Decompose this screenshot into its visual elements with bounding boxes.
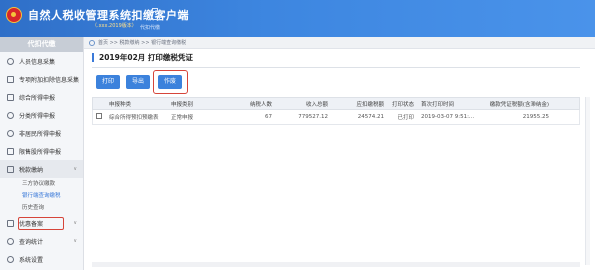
table-cell: 67 xyxy=(265,114,272,120)
divider xyxy=(92,67,580,68)
voucher-table: 申报种类 申报类别 纳税人数 收入总额 应扣缴税额 打印状态 首次打印时间 缴款… xyxy=(92,97,580,125)
sidebar-item-personnel[interactable]: 人员信息采集 xyxy=(0,52,83,70)
sidebar-item-label: 非居民所得申报 xyxy=(19,130,62,138)
breadcrumb-bar: 首页 >> 税款缴纳 >> 银行端查询缴税 xyxy=(84,37,595,49)
app-header: 自然人税收管理系统扣缴客户端 （.xxx.2019版本） 代扣代缴 xyxy=(0,0,595,37)
table-cell: 24574.21 xyxy=(357,114,384,120)
sidebar-item-label: 分类所得申报 xyxy=(19,112,56,120)
page-title: 2019年02月 打印缴税凭证 xyxy=(92,53,193,62)
void-button-highlight xyxy=(153,70,188,94)
export-button[interactable]: 导出 xyxy=(126,75,150,89)
column-header: 缴款凭证税额(含滞纳金) xyxy=(489,101,549,108)
app-title: 自然人税收管理系统扣缴客户端 xyxy=(28,9,189,22)
sidebar-item-tax-payment[interactable]: 税款缴纳 ∨ xyxy=(0,160,83,178)
print-button[interactable]: 打印 xyxy=(96,75,120,89)
chevron-down-icon: ∨ xyxy=(73,220,77,226)
table-cell: 779527.12 xyxy=(298,114,328,120)
table-header: 申报种类 申报类别 纳税人数 收入总额 应扣缴税额 打印状态 首次打印时间 缴款… xyxy=(92,97,580,110)
table-cell: 正常申报 xyxy=(171,115,194,121)
row-checkbox[interactable] xyxy=(96,113,102,119)
list-icon xyxy=(7,75,14,83)
horizontal-scrollbar[interactable] xyxy=(92,262,580,267)
selected-item-highlight xyxy=(18,217,64,230)
column-header: 纳税人数 xyxy=(249,101,272,108)
doc-icon xyxy=(7,219,14,227)
globe-person-icon xyxy=(7,129,14,137)
sidebar-item-classified[interactable]: 分类所得申报 xyxy=(0,106,83,124)
table-cell: 21955.25 xyxy=(522,114,549,120)
table-row[interactable]: 综合所得预扣预缴表 正常申报 67 779527.12 24574.21 已打印… xyxy=(92,110,580,125)
sidebar-item-restricted-stock[interactable]: 限售股所得申报 xyxy=(0,142,83,160)
sidebar-item-label: 查询统计 xyxy=(19,238,44,246)
person-icon xyxy=(7,57,14,65)
app-version: （.xxx.2019版本） xyxy=(92,23,137,29)
chevron-down-icon: ∨ xyxy=(73,238,77,244)
sidebar-item-label: 限售股所得申报 xyxy=(19,148,62,156)
sidebar-item-label: 系统设置 xyxy=(19,256,44,264)
sidebar-item-label: 专项附加扣除信息采集 xyxy=(19,76,80,84)
sidebar-item-label: 人员信息采集 xyxy=(19,58,56,66)
chart-icon xyxy=(7,147,14,155)
column-header: 收入总额 xyxy=(305,101,328,108)
column-header: 申报种类 xyxy=(109,101,132,108)
sidebar-item-query[interactable]: 查询统计 ∨ xyxy=(0,232,83,250)
form-icon xyxy=(7,93,14,101)
tax-emblem-icon xyxy=(6,7,22,23)
chevron-down-icon: ∨ xyxy=(73,76,77,82)
search-icon xyxy=(7,237,14,245)
breadcrumb[interactable]: 首页 >> 税款缴纳 >> 银行端查询缴税 xyxy=(98,39,186,46)
table-cell: 2019-03-07 9:51:... xyxy=(421,114,475,120)
sidebar-title: 代扣代缴 xyxy=(0,37,83,52)
home-icon[interactable] xyxy=(89,40,95,46)
chevron-down-icon: ∨ xyxy=(73,166,77,172)
briefcase-icon[interactable] xyxy=(149,8,160,20)
gear-icon xyxy=(7,255,14,263)
column-header: 首次打印时间 xyxy=(421,101,455,108)
column-header: 打印状态 xyxy=(391,101,414,108)
sidebar-subitem-history[interactable]: 历史查询 xyxy=(0,202,83,214)
sidebar-item-nonresident[interactable]: 非居民所得申报 xyxy=(0,124,83,142)
sidebar-subitem-bank-payment[interactable]: 银行端查询缴税 xyxy=(0,190,83,202)
column-header: 应扣缴税额 xyxy=(356,101,384,108)
folder-icon xyxy=(7,165,14,173)
header-icon-label[interactable]: 代扣代缴 xyxy=(140,24,160,31)
table-cell: 综合所得预扣预缴表 xyxy=(109,115,159,121)
sidebar-item-label: 综合所得申报 xyxy=(19,94,56,102)
table-cell: 已打印 xyxy=(397,115,414,121)
column-header: 申报类别 xyxy=(171,101,194,108)
sidebar-subitem-tripartite[interactable]: 三方协议缴款 xyxy=(0,178,83,190)
sidebar: 代扣代缴 人员信息采集 专项附加扣除信息采集 ∨ 综合所得申报 分类所得申报 非… xyxy=(0,37,84,270)
sidebar-item-comprehensive[interactable]: 综合所得申报 xyxy=(0,88,83,106)
sidebar-item-settings[interactable]: 系统设置 xyxy=(0,250,83,268)
sidebar-item-special-deduction[interactable]: 专项附加扣除信息采集 ∨ xyxy=(0,70,83,88)
pie-icon xyxy=(7,111,14,119)
sidebar-item-label: 税款缴纳 xyxy=(19,166,44,174)
vertical-scrollbar[interactable] xyxy=(585,97,590,265)
